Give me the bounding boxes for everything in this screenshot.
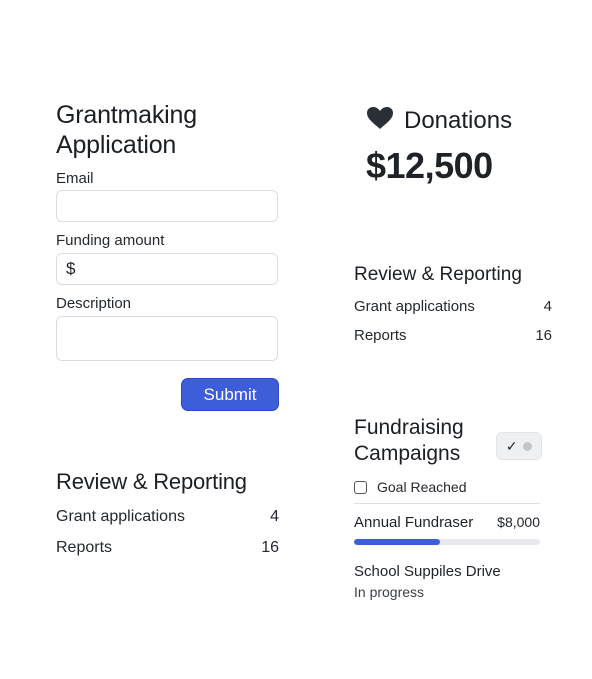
review-title: Review & Reporting — [56, 469, 247, 494]
grant-applications-label: Grant applications — [56, 508, 185, 525]
donations-title: Donations — [404, 106, 513, 134]
heart-icon — [366, 106, 394, 135]
funding-amount-label: Funding amount — [56, 232, 165, 249]
review-reporting-card-right: Review & Reporting Grant applications 4 … — [340, 250, 566, 370]
campaign-name: Annual Fundraser — [354, 514, 474, 531]
goal-reached-row[interactable]: Goal Reached — [354, 479, 552, 495]
campaign-toggle[interactable]: ✓ — [496, 432, 542, 460]
goal-reached-label: Goal Reached — [377, 479, 467, 495]
grant-applications-row: Grant applications 4 — [56, 508, 279, 526]
reports-row: Reports 16 — [354, 327, 552, 344]
funding-amount-field[interactable] — [56, 253, 278, 285]
description-field[interactable] — [56, 316, 278, 361]
grant-form-title: Grantmaking Application — [56, 101, 197, 159]
campaign-progress-fill — [354, 539, 440, 545]
campaign-status: In progress — [354, 584, 425, 600]
toggle-knob — [523, 441, 533, 451]
grant-applications-row: Grant applications 4 — [354, 298, 552, 315]
checkmark-icon: ✓ — [505, 437, 518, 454]
campaign-amount: $8,000 — [497, 514, 540, 530]
fundraising-title: Fundraising Campaigns — [354, 416, 464, 465]
email-field[interactable] — [56, 190, 278, 222]
goal-reached-checkbox[interactable] — [354, 480, 367, 494]
grant-applications-count: 4 — [270, 508, 279, 525]
reports-row: Reports 16 — [56, 539, 279, 557]
grant-applications-label: Grant applications — [354, 298, 475, 315]
funding-amount-wrapper: $ — [56, 253, 278, 285]
donations-amount: $12,500 — [366, 145, 493, 186]
campaign-name-school: School Suppiles Drive — [354, 563, 501, 580]
review-title: Review & Reporting — [354, 264, 522, 285]
campaign-progress-bar — [354, 539, 540, 545]
reports-count: 16 — [261, 539, 279, 556]
donations-card: Donations $12,500 — [348, 84, 564, 219]
description-label: Description — [56, 295, 132, 312]
email-label: Email — [56, 170, 94, 187]
reports-label: Reports — [354, 327, 407, 344]
review-reporting-card-left: Review & Reporting Grant applications 4 … — [40, 453, 295, 573]
fundraising-campaigns-card: Fundraising Campaigns ✓ Goal Reached Ann… — [340, 401, 566, 606]
reports-label: Reports — [56, 539, 113, 556]
campaign-row-annual: Annual Fundraser $8,000 — [354, 514, 540, 531]
submit-button[interactable]: Submit — [181, 378, 279, 411]
grant-applications-count: 4 — [543, 298, 552, 315]
reports-count: 16 — [535, 327, 552, 344]
divider — [354, 503, 540, 504]
